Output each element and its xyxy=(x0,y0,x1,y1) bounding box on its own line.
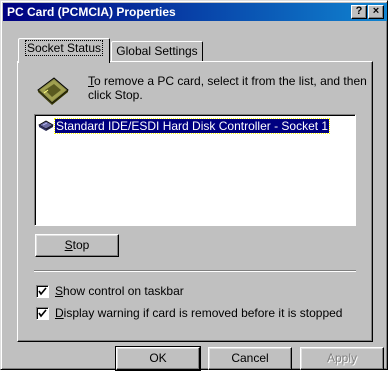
display-warning-checkbox[interactable] xyxy=(36,306,49,320)
tab-global-settings[interactable]: Global Settings xyxy=(111,41,203,61)
show-control-label: Show control on taskbar xyxy=(55,284,184,298)
show-control-on-taskbar-row[interactable]: Show control on taskbar xyxy=(36,283,184,299)
apply-button[interactable]: Apply xyxy=(300,347,384,370)
list-item[interactable]: Standard IDE/ESDI Hard Disk Controller -… xyxy=(38,117,331,134)
disk-controller-icon xyxy=(38,119,54,133)
show-control-checkbox[interactable] xyxy=(36,284,49,298)
question-mark-icon: ? xyxy=(355,5,363,17)
tab-socket-status[interactable]: Socket Status xyxy=(18,38,110,63)
list-item-label: Standard IDE/ESDI Hard Disk Controller -… xyxy=(53,117,331,134)
properties-dialog: PC Card (PCMCIA) Properties ? × Socket S… xyxy=(0,0,388,371)
pc-card-list[interactable]: Standard IDE/ESDI Hard Disk Controller -… xyxy=(34,114,356,226)
close-icon: × xyxy=(372,5,380,17)
separator xyxy=(34,270,356,272)
display-warning-row[interactable]: Display warning if card is removed befor… xyxy=(36,305,342,321)
help-button[interactable]: ? xyxy=(351,5,367,19)
window-title: PC Card (PCMCIA) Properties xyxy=(7,5,176,19)
checkmark-icon xyxy=(38,308,47,317)
title-bar[interactable]: PC Card (PCMCIA) Properties ? × xyxy=(3,3,387,21)
display-warning-label: Display warning if card is removed befor… xyxy=(55,306,343,320)
ok-button[interactable]: OK xyxy=(115,346,201,371)
tab-label: Socket Status xyxy=(24,40,104,56)
stop-button[interactable]: Stop xyxy=(35,234,119,257)
checkmark-icon xyxy=(38,286,47,295)
close-button[interactable]: × xyxy=(368,5,384,19)
tab-label: Global Settings xyxy=(116,44,198,58)
pc-card-icon xyxy=(36,76,70,106)
cancel-button[interactable]: Cancel xyxy=(208,347,292,370)
instructions-text: To remove a PC card, select it from the … xyxy=(88,74,367,102)
tab-panel: To remove a PC card, select it from the … xyxy=(17,61,373,342)
